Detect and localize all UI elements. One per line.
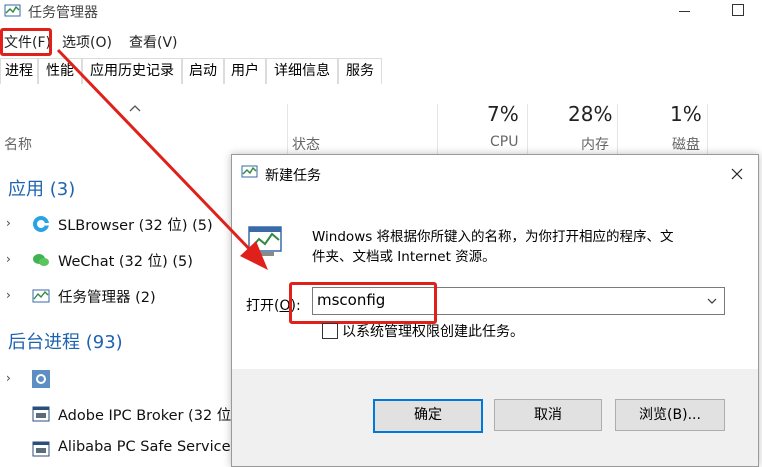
- annotation-arrow-icon: [56, 48, 268, 270]
